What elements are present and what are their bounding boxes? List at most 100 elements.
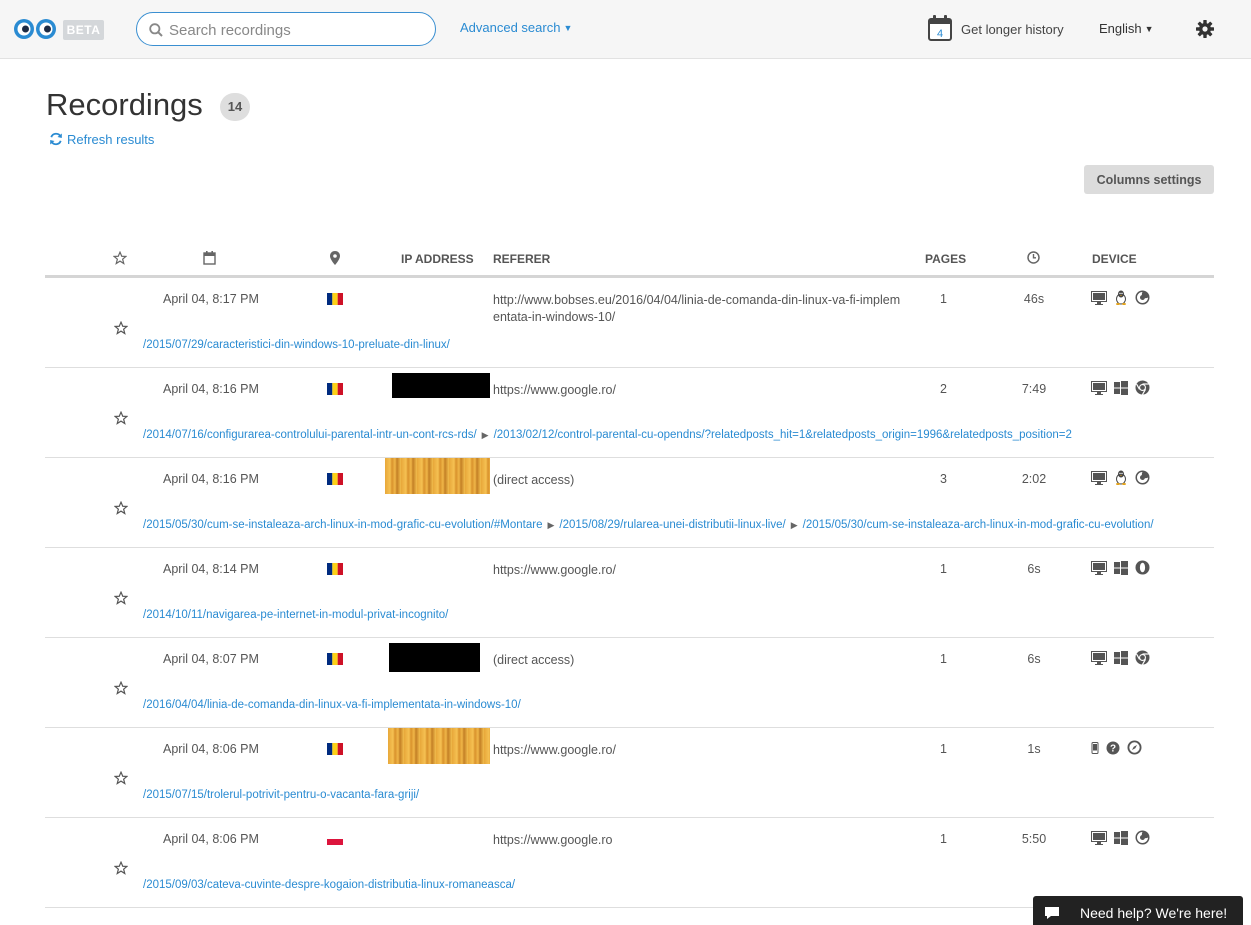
visited-pages: /2015/09/03/cateva-cuvinte-despre-kogaio… — [143, 879, 515, 891]
mobile-icon — [1091, 741, 1099, 754]
device-icons — [1091, 470, 1150, 485]
recording-row[interactable]: April 04, 8:16 PM https://www.google.ro/2… — [45, 368, 1214, 458]
recording-row[interactable]: April 04, 8:17 PM http://www.bobses.eu/20… — [45, 278, 1214, 368]
visited-page-link[interactable]: /2015/07/29/caracteristici-din-windows-1… — [143, 339, 450, 351]
ip-column-header[interactable]: IP ADDRESS — [401, 252, 474, 266]
desktop-icon — [1091, 560, 1107, 575]
referer-text[interactable]: https://www.google.ro/ — [493, 742, 903, 759]
ip-address-redacted — [389, 643, 480, 672]
pages-count: 2 — [940, 382, 947, 396]
referer-text[interactable]: https://www.google.ro — [493, 832, 903, 849]
recording-row[interactable]: April 04, 8:07 PM (direct access) 1 6s/2016… — [45, 638, 1214, 728]
recording-row[interactable]: April 04, 8:06 PM https://www.google.ro 1 5… — [45, 818, 1214, 908]
device-column-header[interactable]: DEVICE — [1092, 252, 1137, 266]
visited-page-link[interactable]: /2015/07/15/trolerul-potrivit-pentru-o-v… — [143, 789, 419, 801]
chevron-down-icon: ▼ — [1144, 24, 1154, 34]
recording-date: April 04, 8:17 PM — [163, 292, 259, 306]
visited-page-link[interactable]: /2015/08/29/rularea-unei-distributii-lin… — [559, 519, 785, 531]
refresh-icon — [50, 132, 62, 146]
logo-icon[interactable] — [13, 17, 57, 41]
search-icon — [149, 23, 163, 37]
date-column-header[interactable] — [203, 251, 216, 265]
visited-pages: /2015/07/15/trolerul-potrivit-pentru-o-v… — [143, 789, 419, 801]
svg-text:?: ? — [1110, 743, 1116, 754]
firefox-icon — [1135, 290, 1150, 305]
duration-column-header[interactable] — [1027, 251, 1040, 264]
star-icon[interactable] — [113, 590, 129, 610]
star-icon[interactable] — [113, 410, 129, 430]
windows-icon — [1114, 560, 1128, 575]
referer-text[interactable]: (direct access) — [493, 472, 903, 489]
visited-page-link[interactable]: /2016/04/04/linia-de-comanda-din-linux-v… — [143, 699, 521, 711]
pages-column-header[interactable]: PAGES — [925, 252, 966, 266]
device-icons — [1091, 650, 1150, 665]
recordings-count-badge: 14 — [220, 93, 250, 121]
country-flag-icon — [327, 563, 343, 575]
pages-count: 3 — [940, 472, 947, 486]
opera-icon — [1135, 560, 1150, 575]
pages-count: 1 — [940, 562, 947, 576]
device-icons: ? — [1091, 740, 1142, 755]
recording-row[interactable]: April 04, 8:16 PM (direct access) 3 2:02/20… — [45, 458, 1214, 548]
star-icon[interactable] — [113, 860, 129, 880]
session-duration: 7:49 — [1021, 382, 1047, 396]
ip-address-redacted — [392, 373, 490, 398]
referer-text[interactable]: https://www.google.ro/ — [493, 562, 903, 579]
calendar-icon[interactable]: 4 — [928, 15, 952, 41]
favorite-column-header[interactable] — [113, 251, 127, 265]
firefox-icon — [1135, 830, 1150, 845]
star-icon[interactable] — [113, 680, 129, 700]
referer-text[interactable]: https://www.google.ro/ — [493, 382, 903, 399]
chat-bubble-icon — [1045, 907, 1059, 919]
safari-icon — [1127, 740, 1142, 755]
visited-page-link[interactable]: /2013/02/12/control-parental-cu-opendns/… — [494, 429, 1072, 441]
chevron-right-icon: ▶ — [481, 430, 489, 440]
language-selector[interactable]: English ▼ — [1099, 21, 1154, 36]
recording-row[interactable]: April 04, 8:06 PM https://www.google.ro/1… — [45, 728, 1214, 818]
linux-icon — [1114, 470, 1128, 485]
chrome-icon — [1135, 650, 1150, 665]
visited-page-link[interactable]: /2014/07/16/configurarea-controlului-par… — [143, 429, 477, 441]
ip-address-redacted — [388, 728, 490, 764]
referer-text[interactable]: (direct access) — [493, 652, 903, 669]
session-duration: 6s — [1027, 562, 1041, 576]
visited-page-link[interactable]: /2014/10/11/navigarea-pe-internet-in-mod… — [143, 609, 448, 621]
session-duration: 2:02 — [1021, 472, 1047, 486]
recording-date: April 04, 8:14 PM — [163, 562, 259, 576]
chrome-icon — [1135, 380, 1150, 395]
table-header: IP ADDRESS REFERER PAGES DEVICE — [45, 248, 1214, 278]
help-chat-label: Need help? We're here! — [1080, 905, 1228, 921]
recording-row[interactable]: April 04, 8:14 PM https://www.google.ro/1… — [45, 548, 1214, 638]
location-column-header[interactable] — [330, 251, 340, 265]
refresh-results-link[interactable]: Refresh results — [49, 132, 154, 147]
top-bar: BETA Advanced search▼ 4 Get longer histo… — [0, 0, 1251, 59]
page-title: Recordings — [46, 87, 203, 122]
referer-column-header[interactable]: REFERER — [493, 252, 550, 266]
chevron-right-icon: ▶ — [790, 520, 798, 530]
star-icon[interactable] — [113, 320, 129, 340]
star-icon[interactable] — [113, 500, 129, 520]
columns-settings-button[interactable]: Columns settings — [1084, 165, 1214, 194]
visited-page-link[interactable]: /2015/09/03/cateva-cuvinte-despre-kogaio… — [143, 879, 515, 891]
search-box[interactable] — [136, 12, 436, 46]
ip-address-redacted — [385, 458, 490, 494]
search-input[interactable] — [169, 19, 424, 41]
beta-badge: BETA — [63, 20, 104, 40]
country-flag-icon — [327, 653, 343, 665]
advanced-search-label: Advanced search — [460, 20, 561, 35]
visited-page-link[interactable]: /2015/05/30/cum-se-instaleaza-arch-linux… — [803, 519, 1154, 531]
gear-icon[interactable] — [1196, 20, 1214, 38]
chevron-right-icon: ▶ — [547, 520, 555, 530]
get-longer-history-link[interactable]: Get longer history — [961, 22, 1064, 37]
visited-page-link[interactable]: /2015/05/30/cum-se-instaleaza-arch-linux… — [143, 519, 543, 531]
visited-pages: /2014/07/16/configurarea-controlului-par… — [143, 429, 1072, 441]
visited-pages: /2015/07/29/caracteristici-din-windows-1… — [143, 339, 450, 351]
help-chat-button[interactable]: Need help? We're here! — [1033, 896, 1243, 925]
desktop-icon — [1091, 650, 1107, 665]
session-duration: 5:50 — [1021, 832, 1047, 846]
clock-icon — [1027, 251, 1040, 264]
referer-text[interactable]: http://www.bobses.eu/2016/04/04/linia-de… — [493, 292, 903, 326]
advanced-search-link[interactable]: Advanced search ▼ — [460, 20, 572, 35]
star-icon[interactable] — [113, 770, 129, 790]
desktop-icon — [1091, 830, 1107, 845]
